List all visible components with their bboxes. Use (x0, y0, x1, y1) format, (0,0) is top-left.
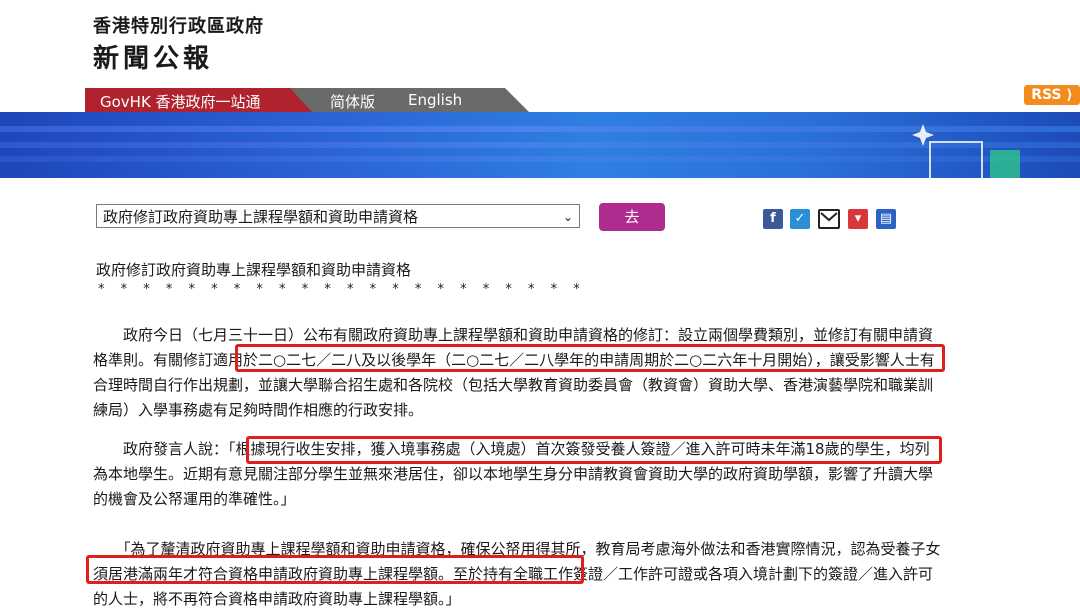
print-icon[interactable]: ▤ (876, 209, 896, 229)
rss-label: RSS (1031, 87, 1062, 103)
nav-bar: GovHK 香港政府一站通 简体版 English (0, 88, 1080, 112)
rss-icon: ⟩ (1066, 87, 1073, 103)
page-header: 香港特別行政區政府 新聞公報 (0, 0, 1080, 88)
rss-button[interactable]: RSS ⟩ (1024, 85, 1080, 105)
simplified-chinese-link[interactable]: 简体版 (330, 91, 375, 112)
email-envelope-icon (820, 212, 838, 222)
selected-option: 政府修訂政府資助專上課程學額和資助申請資格 (103, 208, 419, 226)
english-link[interactable]: English (408, 91, 462, 109)
govhk-link[interactable]: GovHK 香港政府一站通 (100, 91, 261, 112)
article-paragraph-1: 政府今日（七月三十一日）公布有關政府資助專上課程學額和資助申請資格的修訂：設立兩… (93, 326, 935, 419)
chevron-down-icon: ⌄ (562, 210, 573, 224)
facebook-icon[interactable]: f (763, 209, 783, 229)
twitter-icon[interactable]: ✓ (790, 209, 810, 229)
press-release-select[interactable]: 政府修訂政府資助專上課程學額和資助申請資格 ⌄ (96, 204, 580, 228)
article-title: 政府修訂政府資助專上課程學額和資助申請資格 (96, 261, 412, 279)
article-paragraph-3: 「為了釐清政府資助專上課程學額和資助申請資格，確保公帑用得其所，教育局考慮海外做… (93, 540, 941, 608)
email-icon[interactable] (818, 209, 840, 229)
bookmark-icon[interactable]: ▾ (848, 209, 868, 229)
go-button[interactable]: 去 (599, 203, 665, 231)
article-paragraph-2: 政府發言人說：「根據現行收生安排，獲入境事務處（入境處）首次簽發受養人簽證／進入… (93, 440, 934, 508)
title-separator: * * * * * * * * * * * * * * * * * * * * … (98, 282, 586, 297)
news-title: 新聞公報 (93, 44, 214, 74)
gov-title: 香港特別行政區政府 (93, 16, 264, 37)
banner-decoration-icon (912, 124, 1020, 178)
banner (0, 112, 1080, 178)
